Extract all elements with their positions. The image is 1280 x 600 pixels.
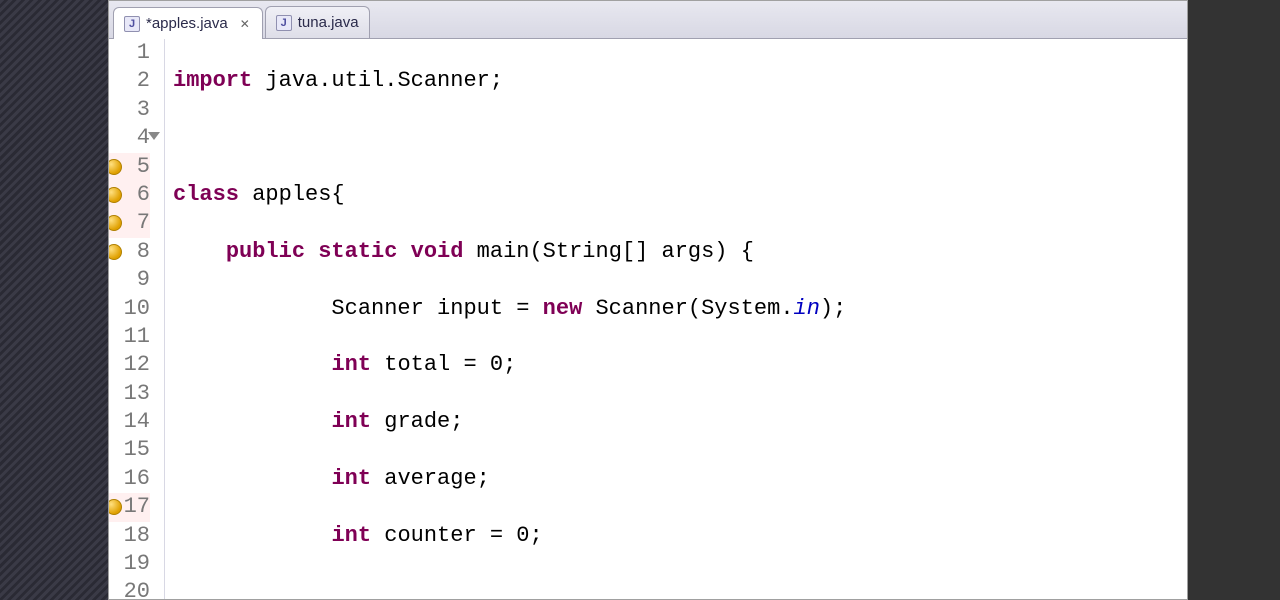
code-line[interactable]: Scanner input = new Scanner(System.in); — [173, 295, 1187, 323]
code-line[interactable]: class apples{ — [173, 181, 1187, 209]
line-number[interactable]: 2 — [109, 67, 150, 95]
code-line[interactable]: int counter = 0; — [173, 522, 1187, 550]
tab-label: *apples.java — [146, 15, 228, 32]
line-number[interactable]: 4 — [109, 124, 150, 152]
line-number[interactable]: 19 — [109, 550, 150, 578]
line-number[interactable]: 9 — [109, 266, 150, 294]
line-number[interactable]: 6 — [109, 181, 150, 209]
line-number-gutter[interactable]: 1 2 3 4 5 6 7 8 9 10 11 12 13 14 15 16 1… — [109, 39, 165, 599]
line-number[interactable]: 18 — [109, 522, 150, 550]
line-number[interactable]: 8 — [109, 238, 150, 266]
code-line[interactable] — [173, 124, 1187, 152]
line-number[interactable]: 20 — [109, 578, 150, 599]
code-line[interactable] — [173, 579, 1187, 599]
close-icon[interactable]: ✕ — [238, 17, 252, 31]
line-number[interactable]: 11 — [109, 323, 150, 351]
line-number[interactable]: 15 — [109, 436, 150, 464]
line-number[interactable]: 10 — [109, 295, 150, 323]
line-number[interactable]: 17 — [109, 493, 150, 521]
tab-label: tuna.java — [298, 14, 359, 31]
code-line[interactable]: import java.util.Scanner; — [173, 67, 1187, 95]
tab-tuna-java[interactable]: J tuna.java — [265, 6, 370, 38]
java-file-icon: J — [124, 16, 140, 32]
tab-apples-java[interactable]: J *apples.java ✕ — [113, 7, 263, 39]
left-panel-strip — [0, 0, 108, 600]
editor-window: J *apples.java ✕ J tuna.java 1 2 3 4 5 6… — [108, 0, 1188, 600]
tab-bar: J *apples.java ✕ J tuna.java — [109, 1, 1187, 39]
line-number[interactable]: 12 — [109, 351, 150, 379]
code-line[interactable]: int average; — [173, 465, 1187, 493]
line-number[interactable]: 14 — [109, 408, 150, 436]
line-number[interactable]: 3 — [109, 96, 150, 124]
code-line[interactable]: public static void main(String[] args) { — [173, 238, 1187, 266]
line-number[interactable]: 7 — [109, 209, 150, 237]
line-number[interactable]: 5 — [109, 153, 150, 181]
line-number[interactable]: 13 — [109, 380, 150, 408]
line-number[interactable]: 1 — [109, 39, 150, 67]
java-file-icon: J — [276, 15, 292, 31]
code-line[interactable]: int grade; — [173, 408, 1187, 436]
code-line[interactable]: int total = 0; — [173, 351, 1187, 379]
editor-area[interactable]: 1 2 3 4 5 6 7 8 9 10 11 12 13 14 15 16 1… — [109, 39, 1187, 599]
line-number[interactable]: 16 — [109, 465, 150, 493]
code-content[interactable]: import java.util.Scanner; class apples{ … — [165, 39, 1187, 599]
